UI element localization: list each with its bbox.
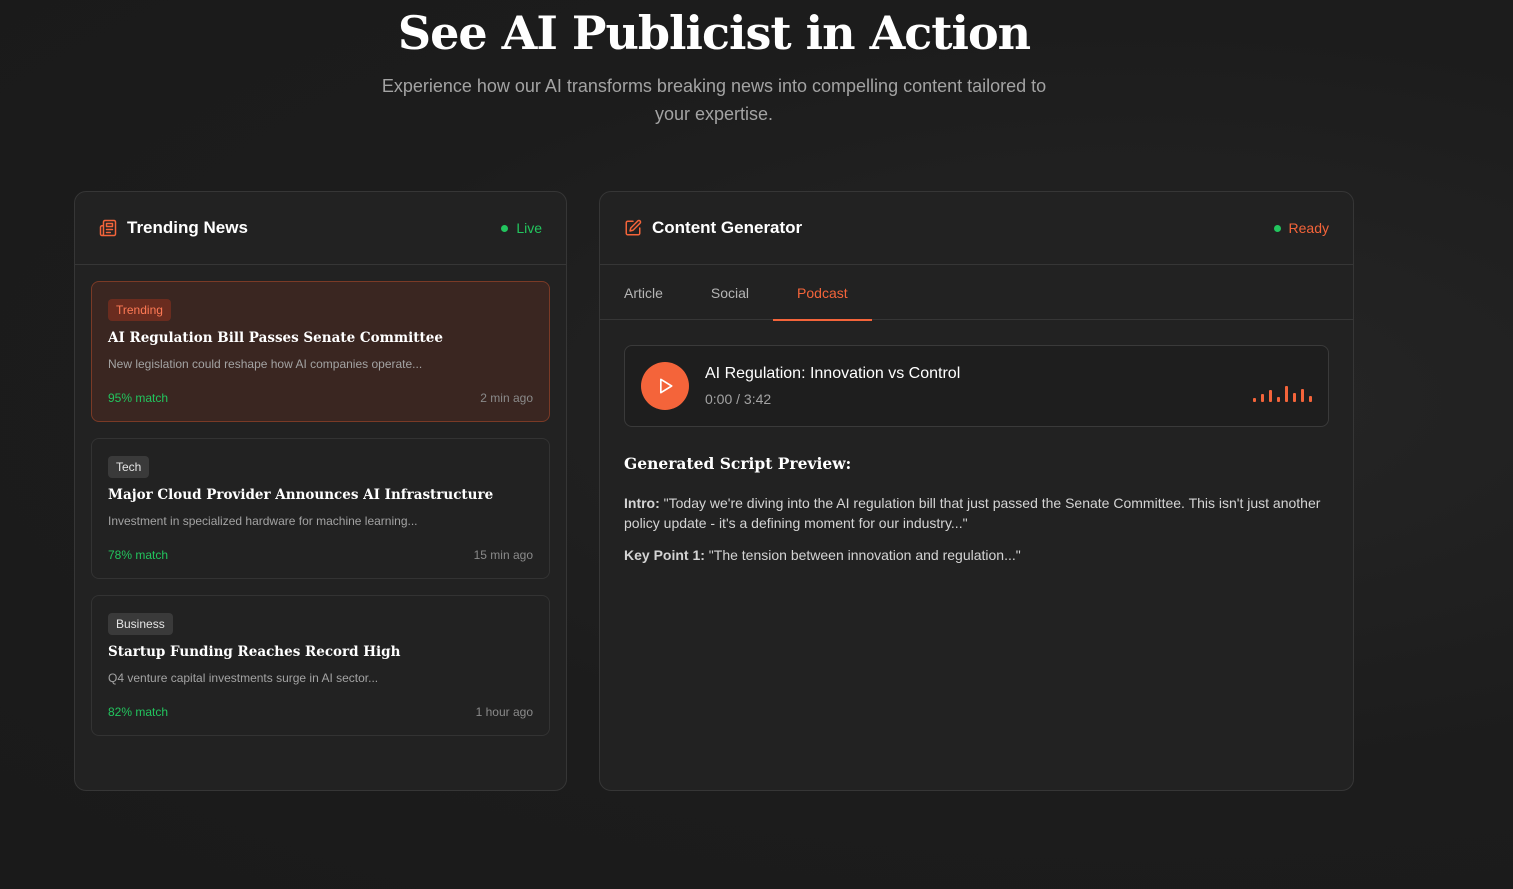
trending-news-title: Trending News — [127, 218, 248, 237]
news-card[interactable]: Trending AI Regulation Bill Passes Senat… — [91, 281, 550, 422]
news-card[interactable]: Business Startup Funding Reaches Record … — [91, 595, 550, 736]
news-description: New legislation could reshape how AI com… — [108, 357, 423, 371]
news-time: 1 hour ago — [475, 705, 533, 719]
news-description: Q4 venture capital investments surge in … — [108, 671, 379, 685]
content-tabs: Article Social Podcast — [600, 265, 1353, 321]
news-list: Trending AI Regulation Bill Passes Senat… — [75, 265, 566, 736]
tab-article[interactable]: Article — [600, 265, 687, 320]
script-key-label: Key Point 1: — [624, 547, 705, 563]
ready-status-label: Ready — [1288, 220, 1329, 236]
script-intro-text: "Today we're diving into the AI regulati… — [624, 495, 1321, 531]
news-title: AI Regulation Bill Passes Senate Committ… — [108, 330, 443, 346]
news-card[interactable]: Tech Major Cloud Provider Announces AI I… — [91, 438, 550, 579]
script-intro: Intro: "Today we're diving into the AI r… — [624, 493, 1334, 533]
news-time: 15 min ago — [473, 548, 533, 562]
script-key-text: "The tension between innovation and regu… — [704, 547, 1021, 563]
script-intro-label: Intro: — [624, 495, 660, 511]
podcast-title: AI Regulation: Innovation vs Control — [705, 365, 961, 382]
ready-status: Ready — [1273, 220, 1329, 236]
play-icon — [655, 376, 675, 396]
podcast-player: AI Regulation: Innovation vs Control 0:0… — [624, 345, 1329, 427]
podcast-time: 0:00 / 3:42 — [705, 391, 772, 407]
trending-news-panel: Trending News Live Trending AI Regulatio… — [74, 191, 567, 791]
news-description: Investment in specialized hardware for m… — [108, 514, 418, 528]
newspaper-icon — [99, 219, 117, 237]
ready-dot-icon — [1273, 224, 1281, 232]
live-status: Live — [501, 220, 542, 236]
content-generator-header: Content Generator Ready — [600, 192, 1353, 265]
content-generator-panel: Content Generator Ready Article Social P… — [599, 191, 1354, 791]
page-title: See AI Publicist in Action — [397, 6, 1031, 60]
news-title: Major Cloud Provider Announces AI Infras… — [108, 487, 494, 503]
news-time: 2 min ago — [480, 391, 533, 405]
live-dot-icon — [501, 224, 509, 232]
news-match: 78% match — [108, 548, 169, 562]
page-subtitle: Experience how our AI transforms breakin… — [381, 76, 1047, 124]
script-preview: Generated Script Preview: Intro: "Today … — [624, 454, 1334, 577]
live-status-label: Live — [516, 220, 542, 236]
script-key-point: Key Point 1: "The tension between innova… — [624, 545, 1334, 565]
tab-social[interactable]: Social — [687, 265, 773, 320]
news-match: 82% match — [108, 705, 169, 719]
news-match: 95% match — [108, 391, 169, 405]
tab-podcast[interactable]: Podcast — [773, 265, 872, 321]
play-button[interactable] — [641, 362, 689, 410]
content-generator-title: Content Generator — [652, 218, 803, 237]
waveform-icon — [1253, 382, 1312, 402]
news-tag: Business — [108, 613, 173, 635]
news-tag: Trending — [108, 299, 171, 321]
news-tag: Tech — [108, 456, 150, 478]
edit-icon — [624, 219, 642, 237]
trending-news-header: Trending News Live — [75, 192, 566, 265]
script-heading: Generated Script Preview: — [624, 454, 852, 473]
news-title: Startup Funding Reaches Record High — [108, 644, 401, 660]
